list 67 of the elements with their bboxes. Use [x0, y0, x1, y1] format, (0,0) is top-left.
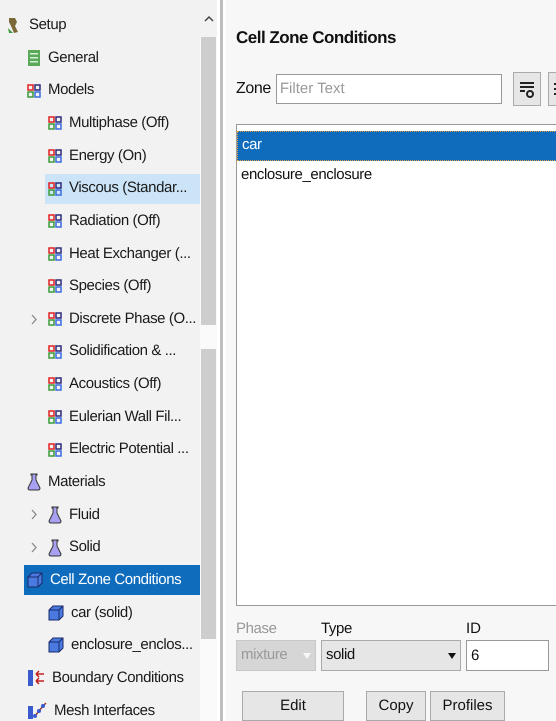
- filter-icon: [518, 80, 535, 98]
- grid-icon: [48, 312, 62, 326]
- grid-icon: [48, 148, 62, 163]
- action-button[interactable]: Copy: [366, 691, 426, 721]
- boundary-icon: [27, 669, 45, 688]
- filter-field[interactable]: Filter Text: [276, 74, 502, 104]
- tree-item[interactable]: Viscous (Standar...: [45, 174, 200, 204]
- tree-item[interactable]: General: [24, 42, 200, 73]
- filter-button[interactable]: [512, 72, 541, 106]
- flask-icon: [48, 538, 62, 557]
- grid-icon: [48, 182, 62, 196]
- tree-item[interactable]: Fluid: [45, 500, 200, 530]
- type-dropdown[interactable]: solid: [321, 640, 461, 671]
- grid-icon: [48, 116, 62, 130]
- scrollbar-thumb[interactable]: [201, 349, 216, 639]
- caret-icon: [303, 652, 311, 658]
- list-icon: [27, 48, 41, 67]
- tree-item[interactable]: Heat Exchanger (...: [45, 238, 200, 269]
- zone-list-item[interactable]: enclosure_enclosure: [237, 160, 556, 190]
- tree-item[interactable]: Boundary Conditions: [24, 663, 200, 694]
- grid-icon: [48, 442, 62, 457]
- flask-icon: [48, 506, 62, 524]
- caret-icon: [448, 652, 456, 658]
- grid-icon: [48, 410, 62, 424]
- tree-item[interactable]: Energy (On): [45, 140, 200, 171]
- tree-item[interactable]: enclosure_enclos...: [45, 630, 200, 660]
- grid-icon: [48, 377, 62, 392]
- tree-item[interactable]: Radiation (Off): [45, 206, 200, 236]
- action-button[interactable]: Edit: [242, 691, 344, 721]
- tree-item[interactable]: Discrete Phase (O...: [45, 304, 200, 334]
- cube-icon: [48, 637, 64, 654]
- tree-item[interactable]: Mesh Interfaces: [24, 696, 200, 721]
- tree-item[interactable]: Cell Zone Conditions: [24, 565, 200, 596]
- zone-label: Zone: [236, 78, 271, 98]
- grid-icon: [48, 279, 62, 294]
- tree-item[interactable]: Setup: [3, 10, 200, 40]
- action-button[interactable]: Profiles: [430, 691, 505, 721]
- type-label: Type: [321, 619, 353, 639]
- cube-icon: [48, 604, 64, 621]
- tree-item[interactable]: car (solid): [45, 598, 200, 628]
- panel-title: Cell Zone Conditions: [236, 27, 397, 49]
- scroll-up-icon[interactable]: [204, 14, 214, 22]
- tree-item[interactable]: Electric Potential ...: [45, 434, 200, 465]
- zone-list-item[interactable]: car: [237, 130, 556, 160]
- tree-item[interactable]: Acoustics (Off): [45, 369, 200, 400]
- grid-icon: [48, 214, 62, 228]
- mesh-icon: [27, 702, 47, 720]
- tree-item[interactable]: Species (Off): [45, 271, 200, 302]
- chevron-right-icon[interactable]: [31, 314, 38, 325]
- grid-icon: [27, 84, 41, 98]
- tree-item[interactable]: Multiphase (Off): [45, 108, 200, 138]
- grid-icon: [48, 344, 62, 359]
- chevron-right-icon[interactable]: [31, 509, 38, 520]
- chevron-right-icon[interactable]: [31, 542, 38, 554]
- grid-icon: [48, 246, 62, 261]
- flask-icon: [27, 473, 41, 492]
- id-label: ID: [466, 619, 482, 639]
- tree-item[interactable]: Solidification & ...: [45, 336, 200, 367]
- scrollbar-thumb[interactable]: [201, 37, 216, 325]
- tree-item[interactable]: Materials: [24, 467, 200, 498]
- tree-item[interactable]: Models: [24, 76, 200, 106]
- scrollbar[interactable]: [200, 0, 217, 721]
- phase-label: Phase: [236, 619, 278, 639]
- cube-icon: [27, 572, 43, 588]
- tree-item[interactable]: Eulerian Wall Fil...: [45, 402, 200, 432]
- tree-item[interactable]: Solid: [45, 532, 200, 563]
- id-field[interactable]: 6: [466, 640, 549, 671]
